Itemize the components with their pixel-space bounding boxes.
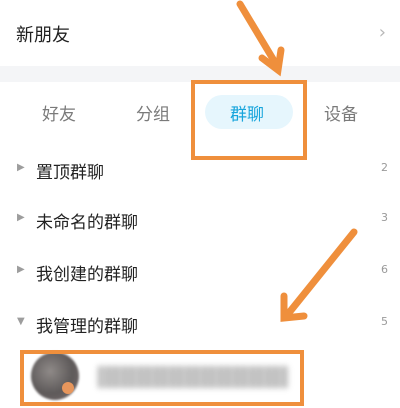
- annotation-arrow-shaft: [284, 228, 358, 318]
- annotation-arrow-shaft: [236, 0, 280, 68]
- annotation-arrows: [236, 0, 358, 322]
